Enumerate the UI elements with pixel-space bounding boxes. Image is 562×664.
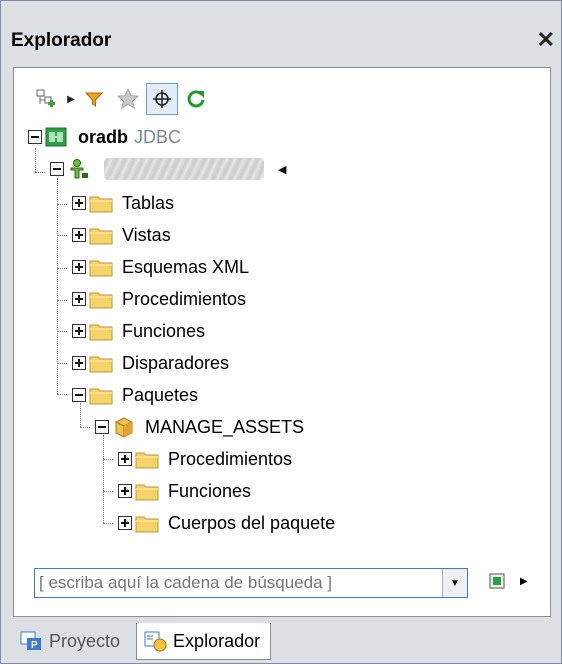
folder-icon [89,192,115,214]
folder-label: Funciones [168,480,252,501]
package-label: MANAGE_ASSETS [145,416,305,437]
folder-label: Vistas [122,224,171,245]
folder-label: Cuerpos del paquete [168,512,336,533]
connection-name: oradb [78,126,129,147]
schema-user-label-redacted [104,158,264,180]
expand-icon[interactable] [72,260,86,274]
expand-icon[interactable] [118,516,132,530]
folder-label: Esquemas XML [122,256,250,277]
tree-connector [57,363,67,364]
tree-connector [80,427,90,428]
expand-arrow-icon[interactable]: ▶ [520,576,528,587]
tree-node-folder[interactable]: Procedimientos [118,444,292,474]
package-box-icon [112,416,138,438]
explorer-content: ▶ oradb JDBC ◀ Tablas Vistas Esquemas XM… [13,67,551,617]
tree-node-folder[interactable]: Vistas [72,220,171,250]
favorites-star-icon[interactable] [112,83,144,115]
database-connection-icon [45,126,71,148]
expand-icon[interactable] [72,196,86,210]
tab-label: Explorador [173,630,261,651]
tree-node-schema-user[interactable]: ◀ [50,154,286,184]
expand-icon[interactable] [118,484,132,498]
search-options-icon[interactable] [488,572,506,590]
folder-icon [135,480,161,502]
folder-icon [89,320,115,342]
collapse-icon[interactable] [72,388,86,402]
tree-node-folder[interactable]: Procedimientos [72,284,246,314]
tree-connector [103,491,113,492]
folder-open-icon [89,384,115,406]
tree-node-connection[interactable]: oradb JDBC [28,122,181,152]
add-datasource-icon[interactable] [30,83,62,115]
explorer-panel: Explorador ✕ ▶ oradb JDBC ◀ Tablas Vista… [0,0,562,664]
locate-crosshair-icon[interactable] [146,83,178,115]
folder-label: Tablas [122,192,175,213]
folder-label: Paquetes [122,384,199,405]
svg-text:P: P [31,640,38,651]
tree-connector [103,523,113,524]
folder-icon [89,224,115,246]
collapse-icon[interactable] [28,130,42,144]
search-box[interactable]: ▼ [34,568,468,598]
tree-connector [57,331,67,332]
folder-label: Procedimientos [122,288,247,309]
expand-icon[interactable] [72,292,86,306]
tree-connector [57,394,67,395]
folder-label: Funciones [122,320,206,341]
user-schema-icon [67,158,93,180]
folder-icon [89,352,115,374]
panel-tabs: P Proyecto Explorador [13,623,272,661]
search-options: ▶ [488,572,528,590]
project-icon: P [19,630,45,652]
search-input[interactable] [35,572,441,594]
close-icon[interactable]: ✕ [537,27,555,53]
filter-icon[interactable] [78,83,110,115]
tree-connector [57,204,67,205]
explorer-icon [143,630,169,652]
folder-icon [135,448,161,470]
tab-proyecto[interactable]: P Proyecto [13,623,130,659]
expand-icon[interactable] [72,356,86,370]
explorer-toolbar: ▶ [30,82,214,116]
folder-icon [89,256,115,278]
tree-node-folder-expanded[interactable]: Paquetes [72,380,198,410]
tree-node-folder[interactable]: Disparadores [72,348,229,378]
tree-connector [57,300,67,301]
tree-connector [35,172,45,173]
collapse-icon[interactable] [95,420,109,434]
folder-icon [135,512,161,534]
tree-node-folder[interactable]: Funciones [72,316,205,346]
tree-connector [103,435,104,523]
panel-title: Explorador [11,30,112,51]
tree-connector [57,178,58,394]
refresh-icon[interactable] [180,83,212,115]
expand-icon[interactable] [118,452,132,466]
tree-node-folder[interactable]: Funciones [118,476,251,506]
chevron-down-icon[interactable]: ▼ [442,569,467,597]
connection-type: JDBC [134,126,182,147]
expand-icon[interactable] [72,324,86,338]
folder-label: Disparadores [122,352,230,373]
tree-connector [57,235,67,236]
expand-arrow-icon[interactable]: ▶ [64,83,78,115]
folder-label: Procedimientos [168,448,293,469]
tree-node-folder[interactable]: Cuerpos del paquete [118,508,335,538]
tree-node-folder[interactable]: Esquemas XML [72,252,249,282]
expand-icon[interactable] [72,228,86,242]
tree-node-folder[interactable]: Tablas [72,188,174,218]
tab-explorador[interactable]: Explorador [136,623,272,660]
tree-connector [103,459,113,460]
folder-icon [89,288,115,310]
tree-connector [57,268,67,269]
collapse-icon[interactable] [50,162,64,176]
cursor-arrow-icon: ◀ [278,163,287,176]
tree-node-package[interactable]: MANAGE_ASSETS [95,412,304,442]
panel-titlebar: Explorador ✕ [7,21,559,61]
tab-label: Proyecto [49,630,121,651]
